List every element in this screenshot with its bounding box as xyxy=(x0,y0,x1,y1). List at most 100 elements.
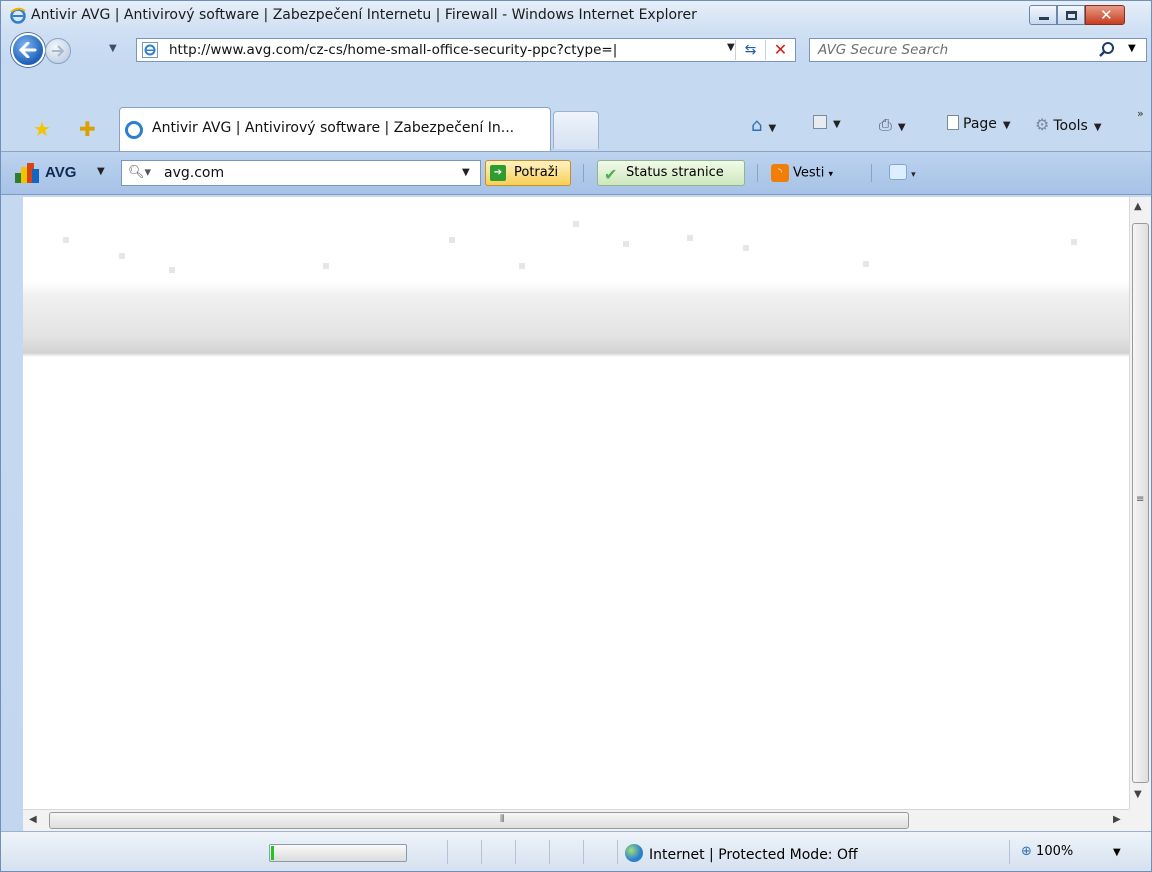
search-input[interactable]: AVG Secure Search xyxy=(818,42,948,58)
horizontal-scrollbar[interactable]: ◀ ⦀ ▶ xyxy=(23,809,1129,831)
ie-page-icon xyxy=(142,42,158,58)
home-icon: ⌂ xyxy=(751,115,763,136)
page-icon xyxy=(947,115,959,130)
add-favorites-icon[interactable]: ✚ xyxy=(79,117,96,141)
toolbar-separator xyxy=(583,164,584,182)
printer-icon: ⎙ xyxy=(879,115,892,134)
browser-window: Antivir AVG | Antivirový software | Zabe… xyxy=(0,0,1152,872)
minimize-button[interactable] xyxy=(1029,5,1057,25)
forward-arrow-icon xyxy=(52,45,65,57)
avg-search-box[interactable]: 🔍︎▾ avg.com ▼ xyxy=(121,160,481,186)
header-banner xyxy=(23,197,1129,357)
navigation-bar: ▼ http://www.avg.com/cz-cs/home-small-of… xyxy=(1,31,1151,67)
favorites-star-icon[interactable]: ★ xyxy=(33,117,51,141)
search-options-dropdown[interactable]: ▼ xyxy=(1128,43,1136,54)
new-tab-button[interactable] xyxy=(553,111,599,149)
maximize-icon xyxy=(1066,11,1077,20)
close-button[interactable]: ✕ xyxy=(1085,5,1125,25)
print-button[interactable]: ⎙ ▼ xyxy=(879,115,906,135)
security-zone-label: Internet | Protected Mode: Off xyxy=(649,847,858,863)
banner-pixel xyxy=(63,237,69,243)
progress-fill xyxy=(271,846,274,860)
toolbar-separator xyxy=(757,164,758,182)
home-button[interactable]: ⌂ ▼ xyxy=(751,115,776,136)
banner-pixel xyxy=(743,245,749,251)
scroll-down-arrow-icon[interactable]: ▼ xyxy=(1134,789,1142,800)
avg-menu-dropdown[interactable]: ▼ xyxy=(97,166,105,177)
avg-search-input[interactable]: avg.com xyxy=(164,165,224,181)
zoom-dropdown[interactable]: ▼ xyxy=(1113,847,1121,858)
avg-toolbar: AVG ▼ 🔍︎▾ avg.com ▼ ➔ Potraži ✔ Status s… xyxy=(1,151,1151,195)
extra-tool-button[interactable]: ▾ xyxy=(889,164,916,181)
minimize-icon xyxy=(1039,17,1049,20)
banner-pixel xyxy=(169,267,175,273)
refresh-button[interactable]: ⇆ xyxy=(735,40,765,60)
ie-logo-icon xyxy=(10,7,26,24)
rss-icon: ◝ xyxy=(771,164,789,182)
tab-active[interactable]: Antivir AVG | Antivirový software | Zabe… xyxy=(119,107,551,151)
page-menu-label: Page xyxy=(963,116,997,132)
avg-logo-icon[interactable] xyxy=(15,163,39,183)
page-menu[interactable]: Page ▼ xyxy=(947,115,1011,132)
page-load-progress xyxy=(269,844,407,862)
status-separator xyxy=(481,840,482,864)
status-bar: Internet | Protected Mode: Off ⊕ 100% ▼ xyxy=(1,831,1151,871)
stop-button[interactable]: ✕ xyxy=(765,40,795,60)
page-status-label: Status stranice xyxy=(626,165,724,180)
close-icon: ✕ xyxy=(1100,6,1113,24)
tools-menu[interactable]: ⚙ Tools ▼ xyxy=(1035,115,1102,134)
address-bar[interactable]: http://www.avg.com/cz-cs/home-small-offi… xyxy=(136,38,796,62)
globe-icon xyxy=(625,844,643,862)
banner-pixel xyxy=(119,253,125,259)
banner-pixel xyxy=(519,263,525,269)
scroll-right-arrow-icon[interactable]: ▶ xyxy=(1113,814,1121,825)
address-url[interactable]: http://www.avg.com/cz-cs/home-small-offi… xyxy=(169,42,724,58)
zoom-level[interactable]: ⊕ 100% xyxy=(1021,844,1073,859)
banner-pixel xyxy=(323,263,329,269)
scroll-grip-icon: ⦀ xyxy=(500,814,505,825)
scroll-up-arrow-icon[interactable]: ▲ xyxy=(1134,201,1142,212)
recent-pages-dropdown[interactable]: ▼ xyxy=(109,43,117,54)
search-icon[interactable] xyxy=(1098,41,1116,59)
zoom-magnifier-icon: ⊕ xyxy=(1021,844,1032,859)
web-content[interactable] xyxy=(23,197,1129,809)
address-dropdown[interactable]: ▼ xyxy=(727,42,735,53)
status-separator xyxy=(617,840,618,864)
magnifier-icon[interactable]: 🔍︎▾ xyxy=(128,165,151,180)
title-bar: Antivir AVG | Antivirový software | Zabe… xyxy=(1,1,1151,31)
back-arrow-icon xyxy=(19,42,37,58)
vertical-scrollbar[interactable]: ▲ ≡ ▼ xyxy=(1129,197,1151,809)
status-separator xyxy=(583,840,584,864)
back-button[interactable] xyxy=(11,33,45,67)
avg-search-button[interactable]: ➔ Potraži xyxy=(485,160,571,186)
vertical-scroll-thumb[interactable]: ≡ xyxy=(1132,223,1149,783)
more-commands-chevron-icon[interactable]: » xyxy=(1137,107,1144,120)
scroll-left-arrow-icon[interactable]: ◀ xyxy=(29,814,37,825)
feeds-button[interactable]: ▼ xyxy=(813,115,841,131)
status-separator xyxy=(1009,840,1010,864)
status-separator xyxy=(549,840,550,864)
search-box[interactable]: AVG Secure Search ▼ xyxy=(809,38,1147,62)
arrow-right-icon: ➔ xyxy=(490,165,506,181)
window-title: Antivir AVG | Antivirový software | Zabe… xyxy=(31,7,697,23)
avg-search-button-label: Potraži xyxy=(514,165,559,180)
maximize-button[interactable] xyxy=(1057,5,1085,25)
feeds-icon xyxy=(813,115,827,129)
horizontal-scroll-thumb[interactable]: ⦀ xyxy=(49,812,909,829)
security-zone[interactable]: Internet | Protected Mode: Off xyxy=(625,844,858,863)
banner-pixel xyxy=(863,261,869,267)
banner-pixel xyxy=(449,237,455,243)
avg-search-dropdown[interactable]: ▼ xyxy=(462,167,470,178)
banner-pixel xyxy=(1071,239,1077,245)
news-button[interactable]: ◝ Vesti ▾ xyxy=(771,164,833,182)
page-status-button[interactable]: ✔ Status stranice xyxy=(597,160,745,186)
status-separator xyxy=(447,840,448,864)
banner-pixel xyxy=(687,235,693,241)
forward-button[interactable] xyxy=(45,38,71,64)
banner-pixel xyxy=(623,241,629,247)
loading-icon xyxy=(125,121,143,139)
banner-pixel xyxy=(573,221,579,227)
avg-brand-label[interactable]: AVG xyxy=(45,164,76,181)
scroll-corner xyxy=(1129,809,1151,831)
toolbar-separator xyxy=(871,164,872,182)
